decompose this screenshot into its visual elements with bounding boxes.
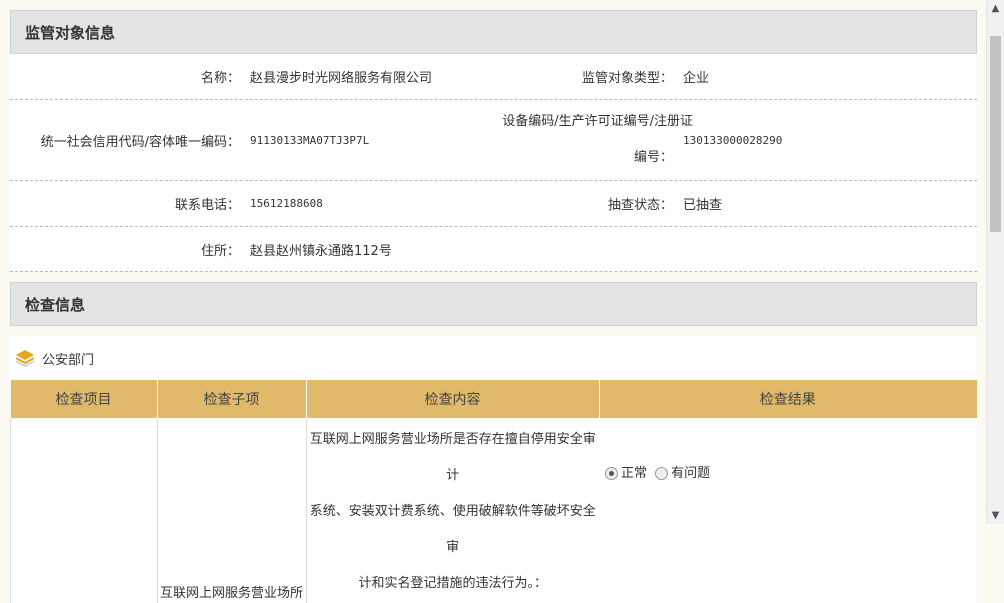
radio-checked-icon[interactable] xyxy=(605,467,618,480)
address-value: 赵县赵州镇永通路112号 xyxy=(250,243,392,259)
type-label: 监管对象类型： xyxy=(581,71,673,86)
name-label: 名称： xyxy=(200,71,240,86)
table-row: 互联网上网服务营业场所 互联网上网服务营业场所是否存在擅自停用安全审计 系统、安… xyxy=(10,418,977,603)
phone-value: 15612188608 xyxy=(250,197,323,210)
chevron-up-icon[interactable]: ▲ xyxy=(987,0,1004,17)
content-line-3: 计和实名登记措施的违法行为。： xyxy=(358,576,547,591)
info-row-address: 住所： 赵县赵州镇永通路112号 xyxy=(10,227,977,271)
result-option-normal[interactable]: 正常 xyxy=(605,466,651,481)
inspection-table-header: 检查项目 检查子项 检查内容 检查结果 xyxy=(10,380,977,418)
status-value: 已抽查 xyxy=(683,198,723,213)
content-line-1: 互联网上网服务营业场所是否存在擅自停用安全审计 xyxy=(309,432,596,483)
info-row-credit: 统一社会信用代码/容体唯一编码： 91130133MA07TJ3P7L 设备编码… xyxy=(10,100,977,181)
device-value: 130133000028290 xyxy=(683,133,783,147)
main-content: 监管对象信息 名称： 赵县漫步时光网络服务有限公司 监管对象类型： 企业 统一社… xyxy=(10,10,977,603)
device-label-line2: 编号： xyxy=(633,150,673,165)
col-header-subitem: 检查子项 xyxy=(157,380,307,418)
cell-subitem: 互联网上网服务营业场所 xyxy=(156,418,306,603)
status-label: 抽查状态： xyxy=(607,198,673,213)
device-label: 设备编码/生产许可证编号/注册证 编号： xyxy=(498,104,693,176)
info-row-phone: 联系电话： 15612188608 抽查状态： 已抽查 xyxy=(10,181,977,227)
result-option-problem[interactable]: 有问题 xyxy=(655,466,710,481)
layers-icon xyxy=(14,347,36,369)
col-header-result: 检查结果 xyxy=(599,380,977,418)
col-header-content: 检查内容 xyxy=(306,380,600,418)
department-bar: 公安部门 xyxy=(10,336,977,380)
info-row-name: 名称： 赵县漫步时光网络服务有限公司 监管对象类型： 企业 xyxy=(10,54,977,100)
subject-section-header: 监管对象信息 xyxy=(10,10,977,54)
credit-label: 统一社会信用代码/容体唯一编码： xyxy=(40,134,240,150)
result-option-normal-label: 正常 xyxy=(621,466,648,481)
subject-section-title: 监管对象信息 xyxy=(25,23,116,42)
content-line-2: 系统、安装双计费系统、使用破解软件等破坏安全审 xyxy=(309,504,596,555)
vertical-scrollbar[interactable]: ▲ ▼ xyxy=(986,0,1004,524)
inspection-section-title: 检查信息 xyxy=(25,295,86,314)
department-name: 公安部门 xyxy=(42,352,95,368)
type-value: 企业 xyxy=(683,71,710,86)
chevron-down-icon[interactable]: ▼ xyxy=(987,507,1004,524)
radio-unchecked-icon[interactable] xyxy=(655,467,669,480)
cell-result: 正常 有问题 xyxy=(599,418,977,603)
device-label-line1: 设备编码/生产许可证编号/注册证 xyxy=(502,114,693,129)
phone-label: 联系电话： xyxy=(174,198,240,213)
cell-item xyxy=(10,418,157,603)
subject-info-table: 名称： 赵县漫步时光网络服务有限公司 监管对象类型： 企业 统一社会信用代码/容… xyxy=(10,54,977,272)
cell-content: 互联网上网服务营业场所是否存在擅自停用安全审计 系统、安装双计费系统、使用破解软… xyxy=(305,418,599,603)
credit-value: 91130133MA07TJ3P7L xyxy=(250,133,370,147)
address-label: 住所： xyxy=(200,243,240,259)
subitem-text: 互联网上网服务营业场所 xyxy=(159,586,303,601)
result-option-problem-label: 有问题 xyxy=(671,466,711,481)
col-header-item: 检查项目 xyxy=(10,380,158,418)
inspection-section-header: 检查信息 xyxy=(10,282,977,326)
scrollbar-thumb[interactable] xyxy=(990,36,1001,232)
inspection-table: 检查项目 检查子项 检查内容 检查结果 互联网上网服务营业场所 互联网上网服务营… xyxy=(10,380,977,603)
name-value: 赵县漫步时光网络服务有限公司 xyxy=(250,71,433,86)
